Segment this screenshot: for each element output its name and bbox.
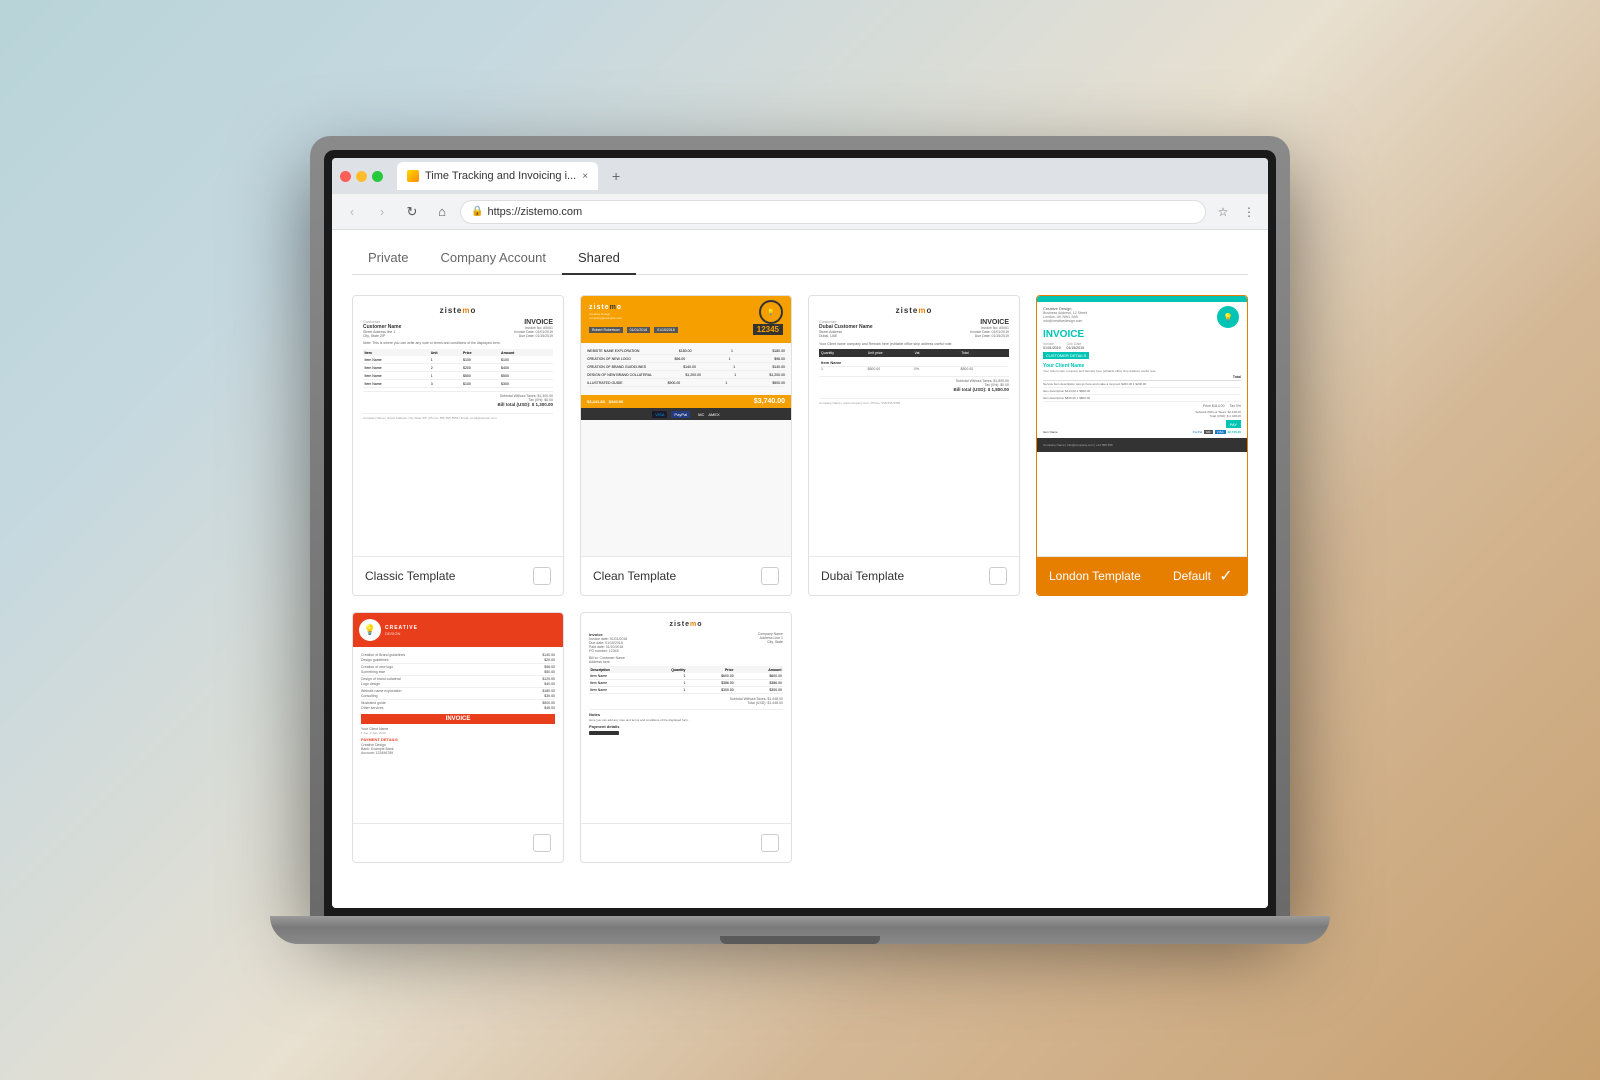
clean-checkbox[interactable] <box>761 567 779 585</box>
laptop-screen: Time Tracking and Invoicing i... × + ‹ ›… <box>332 158 1268 908</box>
url-bar[interactable]: 🔒 https://zistemo.com <box>460 200 1206 224</box>
classic-checkbox[interactable] <box>533 567 551 585</box>
tab-close-icon[interactable]: × <box>582 171 588 182</box>
orange-checkbox[interactable] <box>533 834 551 852</box>
dubai-checkbox[interactable] <box>989 567 1007 585</box>
dubai-template-label: Dubai Template <box>821 569 904 583</box>
template-grid: zistemo Customer Customer Name Street Ad… <box>352 295 1248 596</box>
london-checkbox[interactable]: ✓ <box>1217 567 1235 585</box>
template-card-dubai[interactable]: zistemo Customer Dubai Customer Name Str… <box>808 295 1020 596</box>
template-preview-simple: zistemo Invoice Invoice date: 01/01/2018… <box>581 613 791 823</box>
template-card-london[interactable]: Creative Design Business Address, 12 Str… <box>1036 295 1248 596</box>
menu-icon[interactable]: ⋮ <box>1238 201 1260 223</box>
template-card-clean[interactable]: 👁 ⬆ zistemo Creative Designcompany@examp… <box>580 295 792 596</box>
new-tab-button[interactable]: + <box>604 164 628 188</box>
tab-private[interactable]: Private <box>352 242 424 275</box>
tab-title: Time Tracking and Invoicing i... <box>425 170 576 182</box>
template-tabs: Private Company Account Shared <box>352 230 1248 275</box>
template-preview-clean: 👁 ⬆ zistemo Creative Designcompany@examp… <box>581 296 791 556</box>
tab-company-account[interactable]: Company Account <box>424 242 562 275</box>
template-preview-orange: 💡 CREATIVE DESIGN <box>353 613 563 823</box>
forward-button[interactable]: › <box>370 200 394 224</box>
template-card-simple[interactable]: zistemo Invoice Invoice date: 01/01/2018… <box>580 612 792 863</box>
empty-slot-4 <box>1036 612 1248 863</box>
clean-footer: Clean Template <box>581 556 791 595</box>
orange-footer <box>353 823 563 862</box>
url-text: https://zistemo.com <box>487 206 582 218</box>
home-button[interactable]: ⌂ <box>430 200 454 224</box>
london-template-label: London Template <box>1049 569 1141 583</box>
laptop-base <box>270 916 1330 944</box>
template-preview-london: Creative Design Business Address, 12 Str… <box>1037 296 1247 556</box>
template-card-orange[interactable]: 💡 CREATIVE DESIGN <box>352 612 564 863</box>
classic-template-label: Classic Template <box>365 569 455 583</box>
close-button[interactable] <box>340 171 351 182</box>
simple-footer <box>581 823 791 862</box>
template-preview-dubai: zistemo Customer Dubai Customer Name Str… <box>809 296 1019 556</box>
london-footer: London Template Default ✓ <box>1037 556 1247 595</box>
tab-shared[interactable]: Shared <box>562 242 636 275</box>
reload-button[interactable]: ↻ <box>400 200 424 224</box>
classic-footer: Classic Template <box>353 556 563 595</box>
minimize-button[interactable] <box>356 171 367 182</box>
maximize-button[interactable] <box>372 171 383 182</box>
template-card-classic[interactable]: zistemo Customer Customer Name Street Ad… <box>352 295 564 596</box>
clean-template-label: Clean Template <box>593 569 676 583</box>
active-tab[interactable]: Time Tracking and Invoicing i... × <box>397 162 598 190</box>
page-content: Private Company Account Shared <box>332 230 1268 908</box>
dubai-footer: Dubai Template <box>809 556 1019 595</box>
laptop-body: Time Tracking and Invoicing i... × + ‹ ›… <box>310 136 1290 916</box>
simple-checkbox[interactable] <box>761 834 779 852</box>
screen-bezel: Time Tracking and Invoicing i... × + ‹ ›… <box>324 150 1276 916</box>
secure-icon: 🔒 <box>471 206 483 217</box>
back-button[interactable]: ‹ <box>340 200 364 224</box>
tab-favicon <box>407 170 419 182</box>
toolbar-actions: ☆ ⋮ <box>1212 201 1260 223</box>
browser-titlebar: Time Tracking and Invoicing i... × + <box>332 158 1268 194</box>
empty-slot-3 <box>808 612 1020 863</box>
default-label: Default <box>1173 569 1211 583</box>
browser-toolbar: ‹ › ↻ ⌂ 🔒 https://zistemo.com ☆ ⋮ <box>332 194 1268 230</box>
default-badge: Default ✓ <box>1173 567 1235 585</box>
bookmark-icon[interactable]: ☆ <box>1212 201 1234 223</box>
browser: Time Tracking and Invoicing i... × + ‹ ›… <box>332 158 1268 908</box>
template-preview-classic: zistemo Customer Customer Name Street Ad… <box>353 296 563 556</box>
traffic-lights <box>340 171 383 182</box>
laptop-wrapper: Time Tracking and Invoicing i... × + ‹ ›… <box>270 136 1330 944</box>
template-grid-row2: 💡 CREATIVE DESIGN <box>352 612 1248 863</box>
